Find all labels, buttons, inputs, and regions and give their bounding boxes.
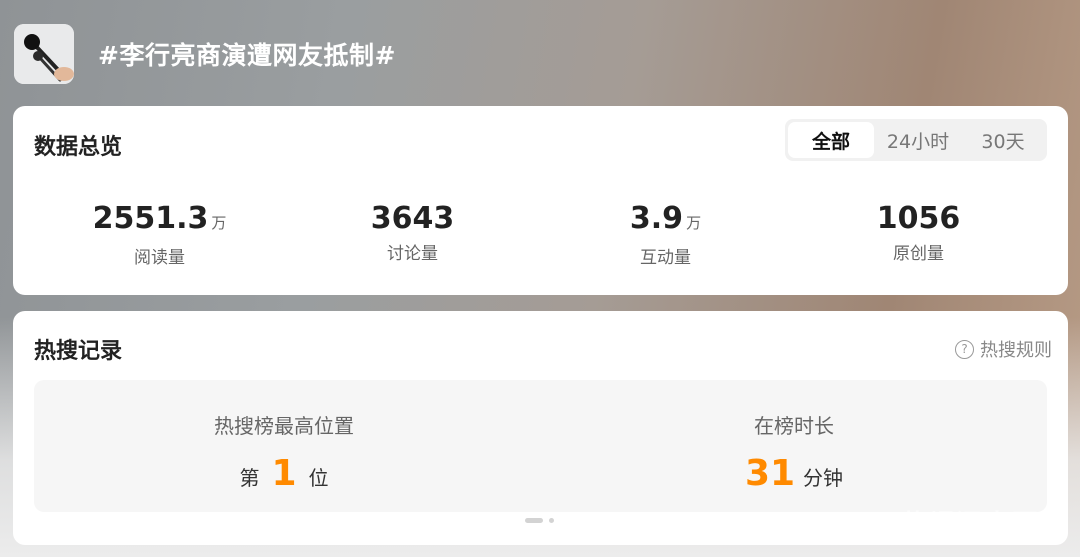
highest-position-label: 热搜榜最高位置 — [214, 414, 354, 438]
duration-label: 在榜时长 — [754, 414, 834, 438]
stat-discussions: 3643 讨论量 — [286, 201, 539, 268]
hot-search-title: 热搜记录 — [34, 339, 123, 364]
tab-all[interactable]: 全部 — [788, 122, 874, 158]
stat-discussions-label: 讨论量 — [387, 244, 438, 264]
highest-position-value: 1 — [271, 453, 297, 494]
highest-position-suffix: 位 — [308, 466, 329, 490]
tab-24h[interactable]: 24小时 — [874, 122, 962, 158]
topic-title: #李行亮商演遭网友抵制# — [98, 41, 396, 70]
hot-search-rules-link[interactable]: ? 热搜规则 — [955, 336, 1052, 362]
topic-thumbnail[interactable] — [14, 24, 74, 84]
tab-30d[interactable]: 30天 — [962, 122, 1044, 158]
duration-block: 在榜时长 31 分钟 — [694, 410, 894, 494]
stat-reads-label: 阅读量 — [134, 248, 185, 268]
watermark: 荣耀渭南园 — [899, 510, 1040, 540]
page-indicator — [525, 518, 554, 523]
stat-interactions-unit: 万 — [686, 214, 702, 232]
stats-row: 2551.3 万 阅读量 3643 讨论量 3.9 万 互动量 1056 原创量 — [13, 201, 1068, 268]
stat-interactions-value: 3.9 — [629, 201, 684, 236]
stat-reads: 2551.3 万 阅读量 — [33, 201, 286, 268]
duration-suffix: 分钟 — [803, 466, 844, 490]
page-indicator-active — [525, 518, 543, 523]
stat-reads-unit: 万 — [211, 214, 227, 232]
stat-originals-label: 原创量 — [893, 244, 944, 264]
page-indicator-dot — [549, 518, 554, 523]
highest-position-block: 热搜榜最高位置 第 1 位 — [204, 410, 364, 494]
stat-originals: 1056 原创量 — [792, 201, 1045, 268]
hot-search-panel: 热搜榜最高位置 第 1 位 在榜时长 31 分钟 — [34, 380, 1047, 512]
stat-discussions-value: 3643 — [370, 201, 455, 236]
microphone-icon — [14, 24, 74, 84]
question-circle-icon: ? — [955, 339, 974, 359]
stat-originals-value: 1056 — [876, 201, 961, 236]
stat-interactions-label: 互动量 — [640, 248, 691, 268]
stat-interactions: 3.9 万 互动量 — [539, 201, 792, 268]
stat-reads-value: 2551.3 — [92, 201, 209, 236]
hot-search-rules-label: 热搜规则 — [980, 340, 1052, 361]
highest-position-prefix: 第 — [239, 466, 260, 490]
overview-title: 数据总览 — [34, 135, 123, 160]
time-range-segmented-control: 全部 24小时 30天 — [785, 119, 1047, 161]
overview-card: 数据总览 全部 24小时 30天 2551.3 万 阅读量 3643 讨论量 3.… — [13, 106, 1068, 295]
duration-value: 31 — [744, 453, 796, 494]
topic-header: #李行亮商演遭网友抵制# — [14, 24, 396, 84]
